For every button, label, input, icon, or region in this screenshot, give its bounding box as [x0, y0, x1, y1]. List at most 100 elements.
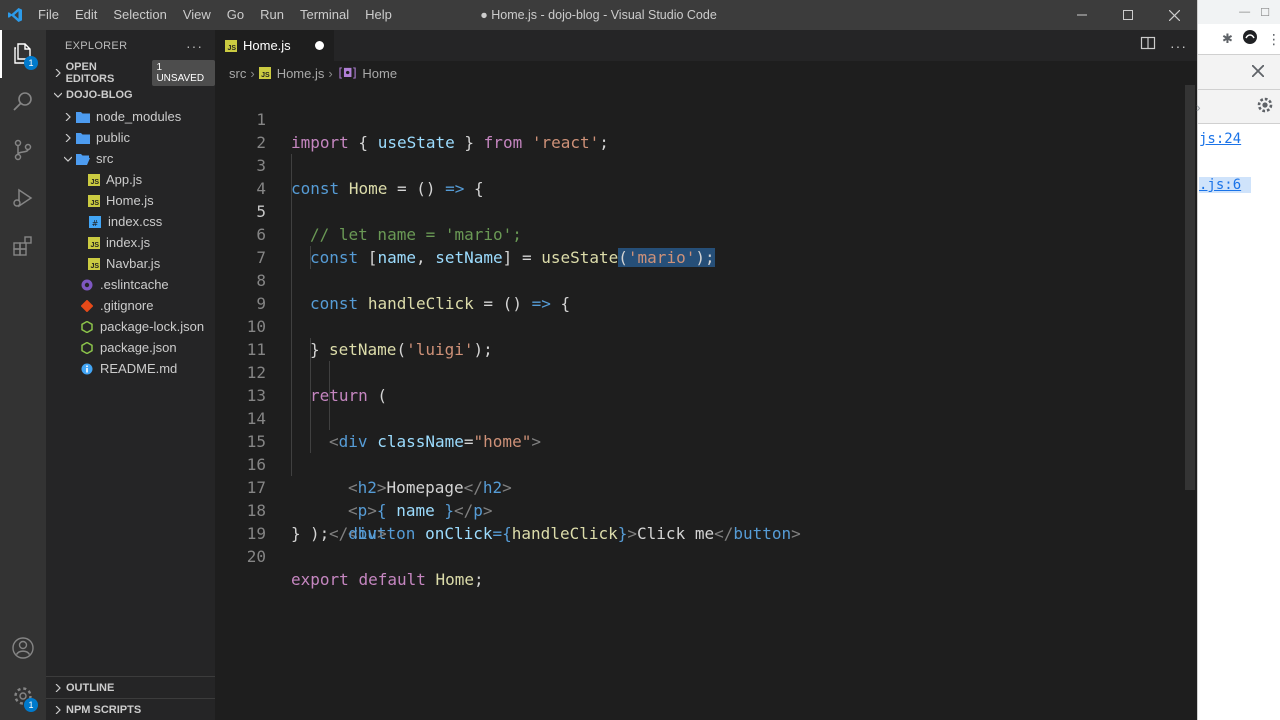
code-line: 15 <button onClick={handleClick}>Click m…	[215, 407, 1183, 543]
menu-view[interactable]: View	[175, 0, 219, 30]
code-line: 7 const handleClick = () => {	[215, 223, 1183, 313]
tree-folder-src[interactable]: src	[46, 148, 215, 169]
tree-file-home-js[interactable]: JS Home.js	[46, 190, 215, 211]
npm-scripts-section[interactable]: NPM SCRIPTS	[46, 698, 215, 720]
scrollbar-thumb[interactable]	[1185, 85, 1195, 490]
tree-file-gitignore[interactable]: .gitignore	[46, 295, 215, 316]
tree-folder-public[interactable]: public	[46, 127, 215, 148]
vscode-logo-icon	[0, 0, 30, 30]
indent-guide	[291, 292, 292, 315]
chevron-down-icon	[60, 155, 76, 163]
more-editor-actions-icon[interactable]: ···	[1170, 38, 1187, 54]
tree-file-navbar-js[interactable]: JS Navbar.js	[46, 253, 215, 274]
chevron-right-icon	[50, 683, 66, 692]
maximize-button[interactable]	[1105, 0, 1151, 30]
settings-badge: 1	[24, 698, 38, 712]
git-file-icon	[80, 299, 94, 313]
tree-label: src	[96, 151, 114, 166]
menu-kebab-icon[interactable]: ⋮	[1267, 31, 1280, 48]
profile-avatar-icon[interactable]	[1242, 30, 1257, 48]
extensions-puzzle-icon[interactable]: ✱	[1222, 31, 1233, 47]
editor-scrollbar[interactable]	[1183, 85, 1197, 720]
code-line: 3 const Home = () => {	[215, 131, 1183, 198]
close-window-button[interactable]	[1151, 0, 1197, 30]
js-file-icon: JS	[88, 173, 100, 186]
menu-run[interactable]: Run	[252, 0, 292, 30]
tree-file-readme[interactable]: README.md	[46, 358, 215, 379]
tab-bar: JS Home.js ···	[215, 30, 1197, 61]
folder-icon	[76, 110, 90, 124]
split-editor-button[interactable]	[1140, 35, 1156, 56]
chevron-right-icon	[50, 705, 66, 714]
breadcrumb-folder[interactable]: src	[229, 66, 246, 81]
unsaved-dot-icon[interactable]	[315, 41, 324, 50]
editor-area: JS Home.js ··· src › JS Home.js › [◘] Ho…	[215, 30, 1197, 720]
devtools-settings-gear-icon[interactable]	[1256, 96, 1274, 118]
js-file-icon: JS	[225, 39, 237, 52]
chevron-down-icon	[50, 91, 66, 99]
open-editors-section[interactable]: OPEN EDITORS 1 UNSAVED	[46, 60, 215, 86]
code-line: 16 </div>	[215, 430, 1183, 543]
indent-guide	[291, 177, 292, 200]
extensions-activity[interactable]	[0, 222, 46, 270]
menu-selection[interactable]: Selection	[105, 0, 174, 30]
tree-label: App.js	[106, 172, 143, 187]
tree-file-index-css[interactable]: # index.css	[46, 211, 215, 232]
close-devtools-icon[interactable]	[1251, 63, 1265, 81]
menu-edit[interactable]: Edit	[67, 0, 105, 30]
chevron-right-icon[interactable]: ›	[1196, 99, 1201, 115]
explorer-activity[interactable]: 1	[0, 30, 46, 78]
minimize-icon[interactable]: —	[1239, 6, 1250, 18]
code-line-current: 5 const [name, setName] = useState('mari…	[215, 177, 1183, 267]
search-activity[interactable]	[0, 78, 46, 126]
code-line: 12 <div className="home">	[215, 338, 1183, 451]
tree-label: Navbar.js	[106, 256, 161, 271]
project-label: DOJO-BLOG	[66, 89, 133, 101]
console-source-link[interactable]: .js:6	[1199, 177, 1252, 193]
activity-bar: 1 1	[0, 30, 46, 720]
tree-folder-node-modules[interactable]: node_modules	[46, 106, 215, 127]
chevron-right-icon: ›	[250, 65, 255, 81]
accounts-activity[interactable]	[0, 624, 46, 672]
menu-help[interactable]: Help	[357, 0, 400, 30]
tree-file-app-js[interactable]: JS App.js	[46, 169, 215, 190]
menu-terminal[interactable]: Terminal	[292, 0, 357, 30]
console-source-link[interactable]: js:24	[1199, 131, 1241, 147]
browser-titlebar: — ☐	[1198, 0, 1280, 24]
outline-section[interactable]: OUTLINE	[46, 676, 215, 698]
code-line: 6	[215, 200, 1183, 244]
explorer-sidebar: EXPLORER ··· OPEN EDITORS 1 UNSAVED DOJO…	[46, 30, 215, 720]
minimize-button[interactable]	[1059, 0, 1105, 30]
menu-file[interactable]: File	[30, 0, 67, 30]
tree-file-index-js[interactable]: JS index.js	[46, 232, 215, 253]
manage-activity[interactable]: 1	[0, 672, 46, 720]
tree-file-eslintcache[interactable]: .eslintcache	[46, 274, 215, 295]
tree-label: Home.js	[106, 193, 154, 208]
search-icon	[13, 92, 32, 111]
browser-window-edge: — ☐ ✱ ⋮ › js:24 .js:6	[1196, 0, 1280, 720]
code-line: 19	[215, 499, 1183, 543]
more-actions-icon[interactable]: ···	[186, 38, 203, 54]
indent-guide	[291, 430, 292, 453]
tree-file-package-json[interactable]: package.json	[46, 337, 215, 358]
indent-guide	[291, 407, 292, 430]
source-control-activity[interactable]	[0, 126, 46, 174]
svg-text:#: #	[92, 219, 99, 228]
tab-home-js[interactable]: JS Home.js	[215, 30, 334, 61]
code-line: 14 <p>{ name }</p>	[215, 384, 1183, 520]
unsaved-badge: 1 UNSAVED	[152, 60, 215, 86]
code-line: 8 setName('luigi');	[215, 246, 1183, 359]
indent-guide	[291, 315, 292, 338]
tab-label: Home.js	[243, 38, 291, 53]
run-debug-activity[interactable]	[0, 174, 46, 222]
project-section[interactable]: DOJO-BLOG	[46, 84, 215, 106]
breadcrumb-symbol[interactable]: Home	[362, 66, 397, 81]
tree-label: package-lock.json	[100, 319, 205, 334]
indent-guide	[291, 200, 292, 223]
tree-file-package-lock[interactable]: package-lock.json	[46, 316, 215, 337]
menu-go[interactable]: Go	[219, 0, 252, 30]
breadcrumb-file[interactable]: Home.js	[277, 66, 325, 81]
code-line: 9 }	[215, 269, 1183, 359]
explorer-title: EXPLORER	[65, 40, 128, 52]
maximize-icon[interactable]: ☐	[1260, 6, 1270, 19]
